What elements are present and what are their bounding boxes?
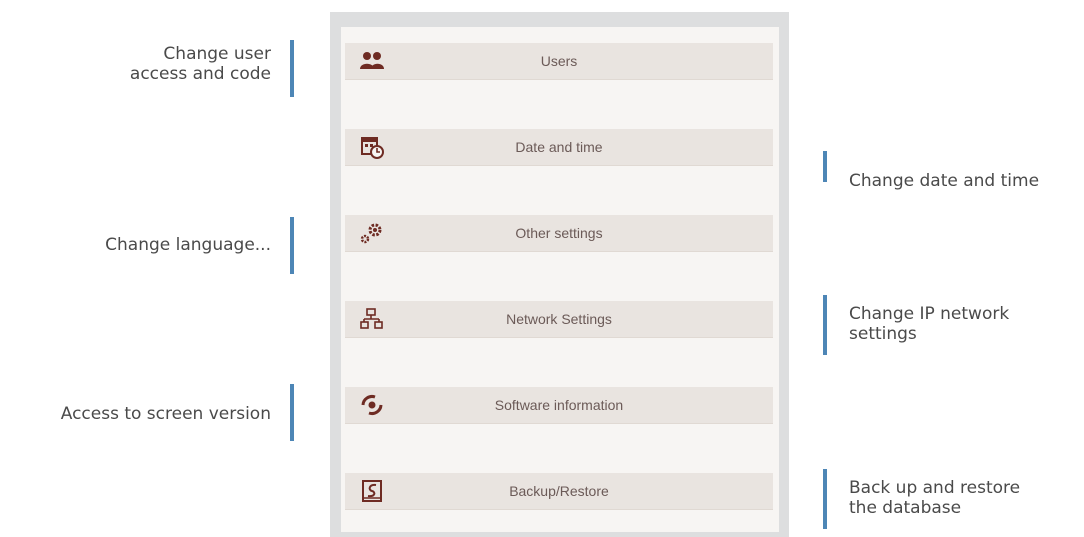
menu-item-other-settings[interactable]: Other settings (345, 215, 773, 252)
menu-item-label: Users (540, 53, 578, 69)
settings-screen (341, 27, 779, 532)
annotation-bar-other-settings (290, 217, 294, 274)
annotation-date-time: Change date and time (849, 171, 1040, 191)
menu-item-label: Software information (494, 397, 624, 413)
annotation-network: Change IP network settings (849, 304, 1010, 344)
annotation-bar-backup (823, 469, 827, 529)
menu-item-date-time[interactable]: Date and time (345, 129, 773, 166)
annotation-bar-software (290, 384, 294, 441)
annotation-software: Access to screen version (60, 404, 271, 424)
menu-item-label: Other settings (515, 225, 603, 241)
annotation-bar-network (823, 295, 827, 355)
annotation-bar-users (290, 40, 294, 97)
menu-item-label: Network Settings (506, 311, 612, 327)
menu-item-users[interactable]: Users (345, 43, 773, 80)
menu-item-backup-restore[interactable]: Backup/Restore (345, 473, 773, 510)
annotation-bar-date-time (823, 151, 827, 182)
menu-item-software-information[interactable]: Software information (345, 387, 773, 424)
annotation-users: Change user access and code (129, 44, 271, 84)
menu-item-label: Date and time (515, 139, 603, 155)
annotation-backup: Back up and restore the database (849, 478, 1021, 518)
annotation-other-settings: Change language... (105, 235, 271, 255)
menu-item-label: Backup/Restore (509, 483, 609, 499)
menu-item-network-settings[interactable]: Network Settings (345, 301, 773, 338)
